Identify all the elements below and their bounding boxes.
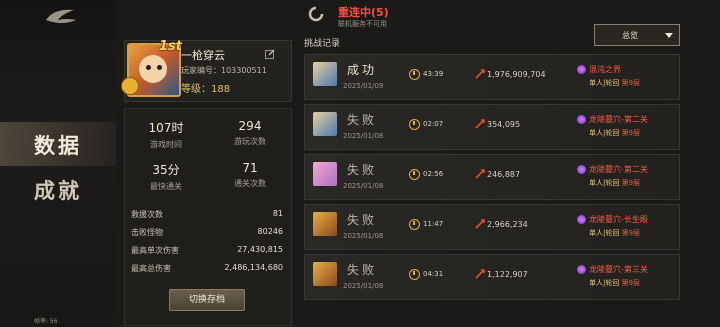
battle-date: 2025/01/08	[343, 232, 384, 240]
sword-icon	[475, 69, 485, 79]
clock-icon	[409, 69, 420, 80]
reconnect-spinner-icon	[308, 6, 324, 22]
stat-clear-count: 71 通关次数	[234, 161, 266, 188]
player-id: 玩家编号：103300511	[181, 66, 267, 75]
hero-avatar	[313, 212, 337, 236]
battle-record[interactable]: 成功 2025/01/09 43:39 1,976,909,704 混沌之界单人|轮回 …	[304, 54, 680, 100]
battle-record[interactable]: 失败 2025/01/08 04:31 1,122,907 龙陵墓穴-第三关 单人|轮回 …	[304, 254, 680, 300]
battle-damage: 246,887	[487, 170, 521, 179]
connection-status: 重连中(5) 联机服务不可用	[308, 3, 418, 29]
clock-icon	[409, 219, 420, 230]
battle-duration: 04:31	[423, 270, 444, 278]
battle-date: 2025/01/08	[343, 282, 384, 290]
nav-tab-data[interactable]: 数据	[0, 130, 116, 160]
battle-date: 2025/01/08	[343, 132, 384, 140]
realm-icon	[577, 265, 586, 274]
battle-record[interactable]: 失败 2025/01/08 02:07 354,095 龙陵墓穴-第二关 单人|轮回 第9…	[304, 104, 680, 150]
battle-stage: 龙陵墓穴-第二关	[589, 115, 648, 124]
battle-damage: 354,095	[487, 120, 521, 129]
battle-duration: 43:39	[423, 70, 444, 78]
stat-row: 最高单次伤害 27,430,815	[131, 245, 283, 255]
switch-save-button[interactable]: 切换存档	[169, 289, 245, 311]
realm-icon	[577, 215, 586, 224]
player-level: 等级：188	[181, 84, 231, 95]
battle-result: 成功	[347, 63, 378, 77]
battle-mode: 单人|轮回 第9层	[589, 79, 641, 87]
battle-date: 2025/01/09	[343, 82, 384, 90]
hero-avatar	[313, 162, 337, 186]
battle-result: 失败	[347, 263, 378, 277]
stat-play-count: 294 游玩次数	[234, 119, 266, 146]
battle-date: 2025/01/08	[343, 182, 384, 190]
battle-result: 失败	[347, 163, 378, 177]
clock-icon	[409, 119, 420, 130]
left-nav: 数据 成就 帧率: 56	[0, 0, 116, 327]
battle-stage: 混沌之界	[589, 65, 621, 74]
battle-record[interactable]: 失败 2025/01/08 11:47 2,966,234 龙陵墓穴-长生殿 单人|轮回 …	[304, 204, 680, 250]
rank-badge: 1st	[159, 39, 182, 54]
battle-duration: 02:07	[423, 120, 444, 128]
battle-mode: 单人|轮回 第9层	[589, 279, 641, 287]
sword-icon	[475, 169, 485, 179]
chevron-down-icon	[665, 33, 673, 38]
battle-duration: 11:47	[423, 220, 444, 228]
hero-avatar	[313, 62, 337, 86]
battle-record[interactable]: 失败 2025/01/08 02:56 246,887 龙陵墓穴-第二关 单人|轮回 第9…	[304, 154, 680, 200]
sword-icon	[475, 269, 485, 279]
battle-mode: 单人|轮回 第9层	[589, 129, 641, 137]
battle-mode: 单人|轮回 第9层	[589, 229, 641, 237]
battle-damage: 1,976,909,704	[487, 70, 546, 79]
profile-card: 1st 一枪穿云 玩家编号：103300511 等级：188	[121, 39, 292, 102]
status-subtitle: 联机服务不可用	[338, 20, 387, 28]
edit-icon[interactable]	[265, 49, 275, 59]
game-logo-icon	[46, 9, 76, 23]
battle-damage: 1,122,907	[487, 270, 528, 279]
clock-icon	[409, 169, 420, 180]
battle-stage: 龙陵墓穴-第三关	[589, 265, 648, 274]
nav-tab-achievement[interactable]: 成就	[0, 175, 116, 205]
hero-avatar	[313, 262, 337, 286]
stat-game-time: 107时 游戏时间	[148, 121, 184, 149]
realm-icon	[577, 165, 586, 174]
medal-icon	[121, 77, 139, 95]
stat-fastest-clear: 35分 最快通关	[150, 163, 182, 191]
battle-damage: 2,966,234	[487, 220, 528, 229]
fps-counter: 帧率: 56	[34, 318, 58, 325]
dropdown-value: 总览	[622, 31, 638, 40]
realm-icon	[577, 65, 586, 74]
battle-result: 失败	[347, 113, 378, 127]
battle-stage: 龙陵墓穴-长生殿	[589, 215, 648, 224]
battle-stage: 龙陵墓穴-第二关	[589, 165, 648, 174]
player-name: 一枪穿云	[181, 49, 225, 62]
clock-icon	[409, 269, 420, 280]
sword-icon	[475, 219, 485, 229]
battle-duration: 02:56	[423, 170, 444, 178]
battle-mode: 单人|轮回 第9层	[589, 179, 641, 187]
battle-result: 失败	[347, 213, 378, 227]
hero-avatar	[313, 112, 337, 136]
stat-row: 最高总伤害 2,486,134,680	[131, 263, 283, 273]
status-title: 重连中(5)	[338, 6, 389, 19]
stat-row: 击败怪物 80246	[131, 227, 283, 237]
realm-icon	[577, 115, 586, 124]
stats-panel: 107时 游戏时间 294 游玩次数 35分 最快通关 71 通关次数 救援次数 81 击…	[124, 108, 292, 326]
stat-row: 救援次数 81	[131, 209, 283, 219]
records-title: 挑战记录	[304, 39, 341, 49]
records-filter-dropdown[interactable]: 总览	[594, 24, 680, 46]
sword-icon	[475, 119, 485, 129]
